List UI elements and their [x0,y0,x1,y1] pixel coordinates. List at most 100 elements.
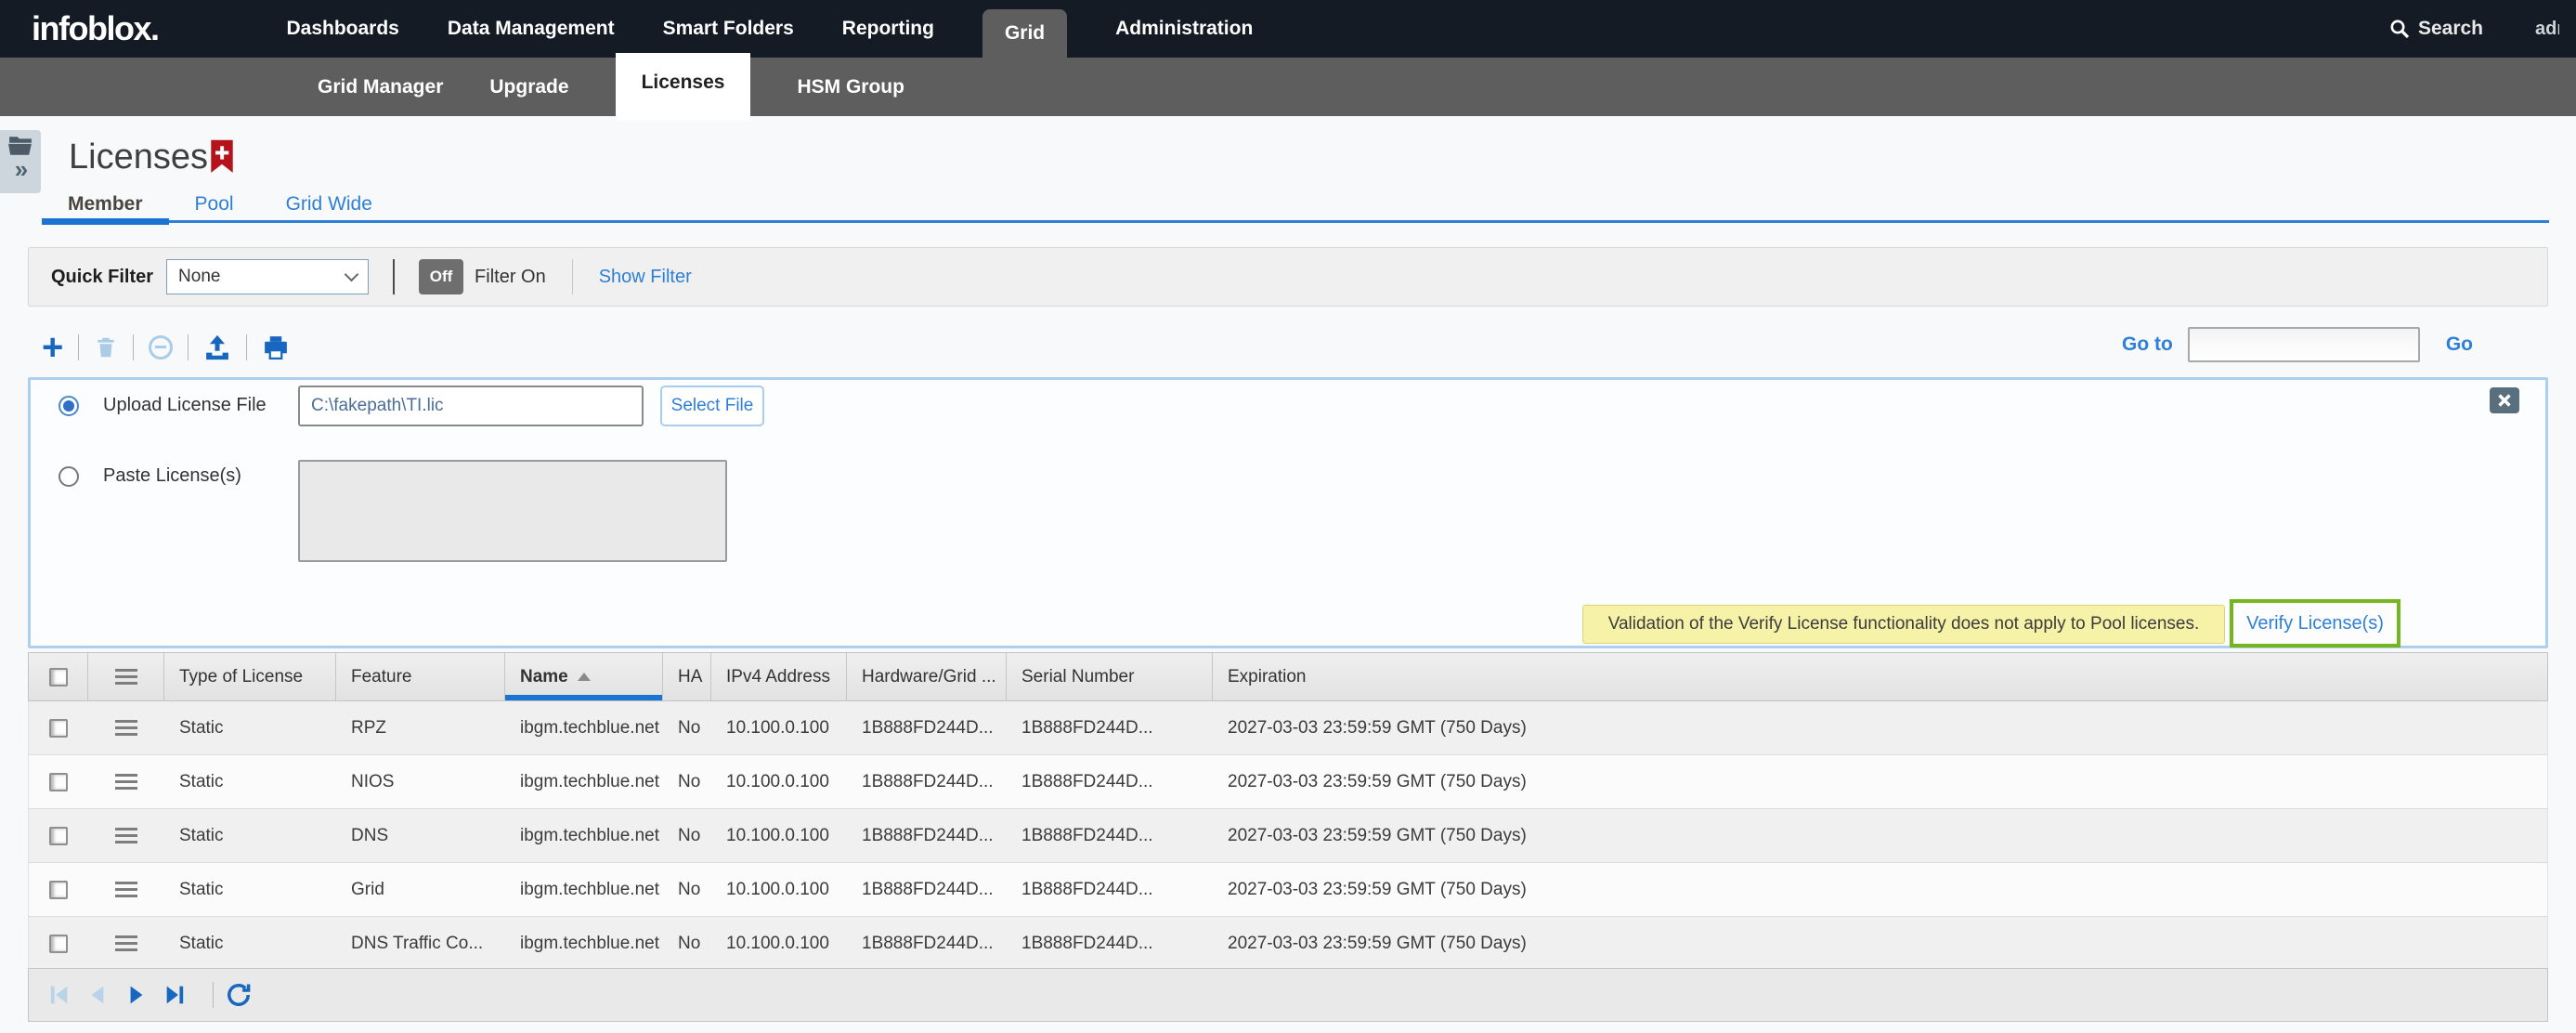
filter-on-label: Filter On [475,267,546,288]
table-row[interactable]: Static RPZ ibgm.techblue.net No 10.100.0… [28,701,2548,755]
top-navigation-bar: infoblox. Dashboards Data Management Sma… [0,0,2576,58]
cell-ipv4: 10.100.0.100 [711,917,847,970]
upload-button[interactable] [203,333,231,361]
tab-pool[interactable]: Pool [169,189,260,220]
menu-icon[interactable] [115,669,137,685]
cell-ipv4: 10.100.0.100 [711,701,847,754]
row-checkbox[interactable] [49,827,68,845]
cell-ipv4: 10.100.0.100 [711,755,847,808]
close-icon [2497,393,2512,408]
row-menu-icon[interactable] [115,935,137,951]
paste-license-radio[interactable] [59,466,79,487]
quick-filter-select[interactable]: None [166,259,369,294]
last-page-button[interactable] [163,982,189,1008]
nav-dashboards[interactable]: Dashboards [286,0,398,58]
table-row[interactable]: Static NIOS ibgm.techblue.net No 10.100.… [28,755,2548,809]
upload-file-radio[interactable] [59,396,79,416]
row-checkbox[interactable] [49,935,68,953]
cell-type: Static [164,809,336,862]
row-checkbox[interactable] [49,881,68,899]
column-header-expiration[interactable]: Expiration [1213,653,2547,700]
cell-expiration: 2027-03-03 23:59:59 GMT (750 Days) [1213,863,2547,916]
top-menu: Dashboards Data Management Smart Folders… [286,0,1301,58]
expand-panel-icon[interactable]: » [15,158,26,180]
column-header-ha[interactable]: HA [663,653,711,700]
topnav-right: Search admin [2388,0,2559,58]
cell-ha: No [663,863,711,916]
table-header-row: Type of License Feature Name HA IPv4 Add… [28,652,2548,701]
upload-license-panel: Upload License File Select File Paste Li… [28,377,2548,648]
filter-toggle-button[interactable]: Off [419,259,463,294]
divider [78,334,79,360]
refresh-button[interactable] [225,981,253,1009]
nav-smart-folders[interactable]: Smart Folders [663,0,794,58]
cell-expiration: 2027-03-03 23:59:59 GMT (750 Days) [1213,809,2547,862]
user-menu[interactable]: admin [2535,19,2559,40]
search-label: Search [2418,18,2483,40]
cell-ha: No [663,701,711,754]
cell-ipv4: 10.100.0.100 [711,863,847,916]
add-icon: + [42,334,63,360]
column-header-feature[interactable]: Feature [336,653,505,700]
print-button[interactable] [262,333,290,361]
delete-icon [94,334,118,360]
show-filter-link[interactable]: Show Filter [599,267,692,288]
finder-panel-toggle[interactable]: » [0,130,41,193]
cell-name: ibgm.techblue.net [505,701,663,754]
nav-data-management[interactable]: Data Management [448,0,615,58]
go-button[interactable]: Go [2446,333,2473,356]
quick-filter-bar: Quick Filter None Off Filter On Show Fil… [28,247,2548,307]
column-header-ipv4[interactable]: IPv4 Address [711,653,847,700]
next-page-icon [124,982,150,1008]
column-header-serial[interactable]: Serial Number [1007,653,1213,700]
row-checkbox[interactable] [49,719,68,738]
nav-grid[interactable]: Grid [982,9,1067,58]
delete-button[interactable] [94,334,118,360]
paste-license-textarea[interactable] [298,460,727,562]
select-all-cell [29,653,88,700]
tab-grid-wide[interactable]: Grid Wide [260,189,398,220]
row-menu-icon[interactable] [115,882,137,897]
select-all-checkbox[interactable] [49,668,68,686]
cell-name: ibgm.techblue.net [505,917,663,970]
subnav-grid-manager[interactable]: Grid Manager [318,58,443,116]
row-menu-header-cell [88,653,164,700]
row-checkbox[interactable] [49,773,68,791]
grid-sub-navigation: Grid Manager Upgrade Licenses HSM Group [0,58,2576,116]
subnav-licenses[interactable]: Licenses [616,53,751,121]
subnav-upgrade[interactable]: Upgrade [489,58,568,116]
page-title: Licenses [69,137,208,177]
select-file-button[interactable]: Select File [660,386,764,426]
first-page-button[interactable] [46,982,72,1008]
remove-button[interactable] [149,335,173,360]
column-header-name[interactable]: Name [505,653,663,700]
bookmark-add-icon[interactable] [210,139,234,175]
nav-administration[interactable]: Administration [1115,0,1253,58]
tab-member[interactable]: Member [42,189,169,220]
subnav-hsm-group[interactable]: HSM Group [797,58,904,116]
paste-license-label: Paste License(s) [103,465,241,487]
cell-feature: RPZ [336,701,505,754]
row-menu-icon[interactable] [115,828,137,843]
previous-page-icon [85,982,111,1008]
verify-licenses-button[interactable]: Verify License(s) [2230,599,2400,647]
row-menu-icon[interactable] [115,774,137,790]
next-page-button[interactable] [124,982,150,1008]
licenses-table: Type of License Feature Name HA IPv4 Add… [28,652,2548,971]
previous-page-button[interactable] [85,982,111,1008]
add-button[interactable]: + [42,334,63,360]
global-search[interactable]: Search [2388,18,2483,40]
column-header-type[interactable]: Type of License [164,653,336,700]
nav-reporting[interactable]: Reporting [842,0,934,58]
cell-type: Static [164,755,336,808]
close-panel-button[interactable] [2490,387,2519,413]
row-menu-icon[interactable] [115,720,137,736]
table-row[interactable]: Static Grid ibgm.techblue.net No 10.100.… [28,863,2548,917]
table-row[interactable]: Static DNS ibgm.techblue.net No 10.100.0… [28,809,2548,863]
goto-input[interactable] [2188,327,2420,362]
goto-label: Go to [2122,333,2173,356]
license-file-path-input[interactable] [298,386,644,426]
table-row[interactable]: Static DNS Traffic Co... ibgm.techblue.n… [28,917,2548,971]
cell-type: Static [164,701,336,754]
column-header-hardware[interactable]: Hardware/Grid ... [847,653,1007,700]
